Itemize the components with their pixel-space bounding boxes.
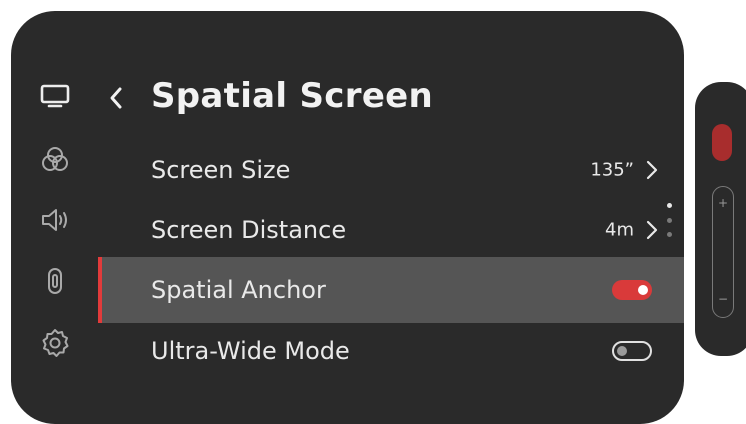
- scroll-dot-active: [667, 203, 672, 208]
- speaker-icon[interactable]: [39, 204, 71, 236]
- volume-slider[interactable]: + −: [712, 186, 734, 318]
- menu-item-screen-distance[interactable]: Screen Distance 4m: [98, 197, 684, 263]
- menu-item-ultra-wide-mode[interactable]: Ultra-Wide Mode: [98, 318, 684, 384]
- volume-minus-icon[interactable]: −: [713, 293, 733, 305]
- spatial-anchor-toggle[interactable]: [612, 280, 652, 300]
- toggle-knob: [638, 285, 648, 295]
- toggle-knob: [617, 346, 627, 356]
- screen-size-value: 135”: [590, 159, 634, 181]
- chevron-right-icon: [644, 158, 660, 182]
- record-button[interactable]: [712, 124, 732, 161]
- page-title: Spatial Screen: [151, 76, 434, 116]
- volume-plus-icon[interactable]: +: [713, 197, 733, 209]
- menu-item-screen-size[interactable]: Screen Size 135”: [98, 137, 684, 203]
- side-control-panel: + −: [695, 82, 746, 356]
- menu-item-label: Ultra-Wide Mode: [151, 337, 350, 365]
- scroll-dot: [667, 218, 672, 223]
- menu-item-label: Screen Size: [151, 156, 291, 184]
- scroll-dot: [667, 232, 672, 237]
- selection-indicator: [98, 257, 102, 323]
- chevron-right-icon: [644, 218, 660, 242]
- menu-item-label: Screen Distance: [151, 216, 347, 244]
- ultra-wide-mode-toggle[interactable]: [612, 341, 652, 361]
- gear-icon[interactable]: [39, 327, 71, 359]
- menu-item-label: Spatial Anchor: [151, 276, 326, 304]
- color-circles-icon[interactable]: [39, 144, 71, 176]
- back-icon[interactable]: [105, 84, 127, 112]
- battery-icon[interactable]: [39, 265, 71, 297]
- screen-icon[interactable]: [39, 79, 71, 111]
- menu-item-spatial-anchor[interactable]: Spatial Anchor: [98, 257, 684, 323]
- settings-panel: Spatial Screen Screen Size 135” Screen D…: [11, 11, 684, 424]
- screen-distance-value: 4m: [605, 219, 634, 241]
